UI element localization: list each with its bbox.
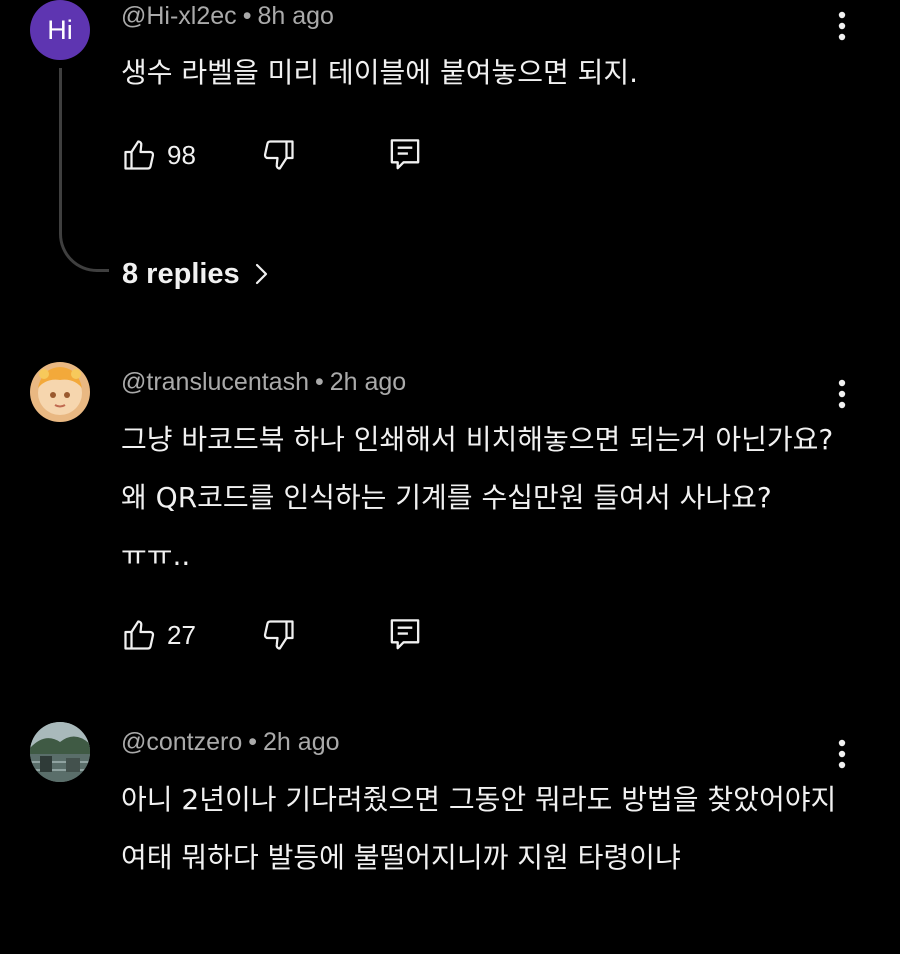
comment-1: Hi @Hi-xl2ec • 8h ago 생수 라벨을 미리 테이블에 붙여놓으면… (0, 0, 900, 300)
avatar[interactable] (30, 722, 90, 782)
avatar[interactable]: Hi (30, 0, 90, 60)
comment-time: 8h ago (257, 2, 334, 30)
thumb-down-icon (263, 140, 294, 170)
more-options-button[interactable] (822, 732, 862, 776)
avatar-image (30, 722, 90, 782)
more-options-button[interactable] (822, 372, 862, 416)
reply-icon (390, 619, 420, 650)
comment-meta: @translucentash • 2h ago (121, 368, 406, 397)
more-vert-icon (838, 379, 846, 409)
comment-text: 아니 2년이나 기다려줬으면 그동안 뭐라도 방법을 찾았어야지 여태 뭐하다 … (121, 783, 837, 874)
separator-dot: • (314, 368, 324, 396)
comment-time: 2h ago (263, 728, 340, 756)
comment-actions: 98 (121, 133, 441, 177)
comment-author[interactable]: @Hi-xl2ec (121, 2, 237, 30)
comment-3: @contzero • 2h ago 아니 2년이나 기다려줬으면 그동안 뭐라도 … (0, 722, 900, 954)
thumb-up-icon (124, 620, 155, 650)
avatar-image (30, 362, 90, 422)
comment-author[interactable]: @translucentash (121, 368, 309, 396)
chevron-right-icon (255, 263, 267, 285)
like-count: 98 (167, 139, 196, 170)
reply-icon (390, 139, 420, 170)
dislike-button[interactable] (261, 133, 297, 177)
comment-time: 2h ago (329, 368, 407, 396)
view-replies-link[interactable]: 8 replies (122, 252, 268, 296)
reply-button[interactable] (387, 613, 423, 657)
like-count: 27 (167, 619, 196, 650)
comment-text: 생수 라벨을 미리 테이블에 붙여놓으면 되지. (121, 56, 639, 89)
thumb-down-icon (263, 620, 294, 650)
comment-2: @translucentash • 2h ago 그냥 바코드북 하나 인쇄해서 비… (0, 362, 900, 682)
comment-author[interactable]: @contzero (121, 728, 242, 756)
comment-text: 그냥 바코드북 하나 인쇄해서 비치해놓으면 되는거 아닌가요? 왜 QR코드를… (121, 423, 834, 572)
comment-meta: @contzero • 2h ago (121, 728, 340, 757)
separator-dot: • (242, 2, 252, 30)
like-button[interactable]: 98 (121, 133, 196, 177)
separator-dot: • (248, 728, 258, 756)
thread-connector (59, 68, 109, 272)
like-button[interactable]: 27 (121, 613, 196, 657)
more-vert-icon (838, 739, 846, 769)
more-vert-icon (838, 11, 846, 41)
dislike-button[interactable] (261, 613, 297, 657)
thumb-up-icon (124, 140, 155, 170)
replies-count-label: 8 replies (122, 257, 240, 290)
avatar[interactable] (30, 362, 90, 422)
reply-button[interactable] (387, 133, 423, 177)
comment-meta: @Hi-xl2ec • 8h ago (121, 2, 334, 31)
comment-actions: 27 (121, 613, 441, 657)
more-options-button[interactable] (822, 4, 862, 48)
